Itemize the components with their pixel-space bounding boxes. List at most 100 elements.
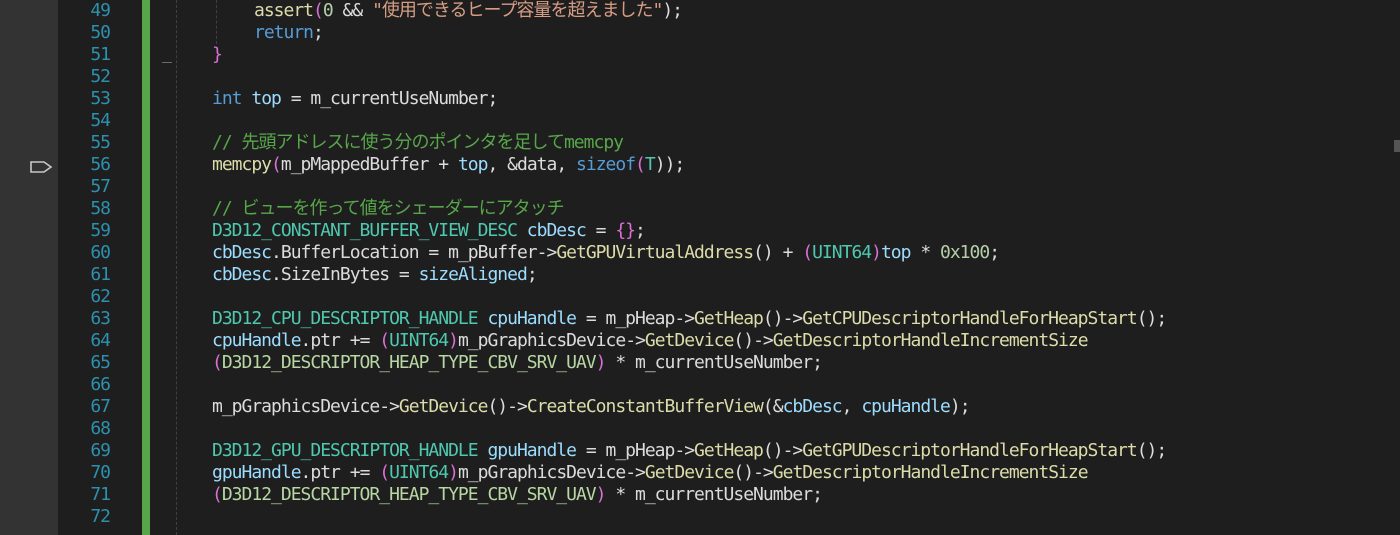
indent-guide — [176, 0, 177, 535]
code-token: ; — [635, 220, 646, 241]
code-token: m_pGraphicsDevice-> — [457, 330, 646, 351]
line-number: 60 — [90, 242, 111, 263]
line-number: 69 — [90, 440, 111, 461]
code-token: cbDesc — [516, 220, 587, 241]
code-token: (); — [1136, 308, 1167, 329]
code-token: ( — [271, 154, 282, 175]
code-comment: // ビューを作って値をシェーダーにアタッチ — [212, 198, 565, 219]
code-token: )); — [654, 154, 685, 175]
code-token: cbDesc — [212, 242, 272, 263]
code-token: ; — [989, 242, 1000, 263]
code-token: .SizeInBytes = — [271, 264, 419, 285]
code-token: ) — [595, 352, 607, 373]
code-token: ( — [379, 330, 390, 351]
line-number: 70 — [90, 462, 111, 483]
code-token: 0x100 — [940, 242, 990, 263]
code-token: , &data, — [487, 154, 577, 175]
line-number: 49 — [90, 0, 111, 21]
code-line-61[interactable]: cbDesc.SizeInBytes = sizeAligned; — [212, 264, 538, 286]
code-token: D3D12_CONSTANT_BUFFER_VIEW_DESC — [212, 220, 518, 241]
code-token: () + — [753, 242, 803, 263]
line-number: 51 — [90, 44, 111, 65]
code-line-58[interactable]: // ビューを作って値をシェーダーにアタッチ — [212, 198, 565, 220]
code-line-67[interactable]: m_pGraphicsDevice->GetDevice()->CreateCo… — [212, 396, 971, 418]
code-line-70[interactable]: gpuHandle.ptr += (UINT64)m_pGraphicsDevi… — [212, 462, 1089, 484]
code-token: D3D12_DESCRIPTOR_HEAP_TYPE_CBV_SRV_UAV — [221, 352, 597, 373]
code-token: ()-> — [762, 440, 803, 461]
code-token: = m_pHeap-> — [575, 440, 695, 461]
code-text-area[interactable]: assert(0 && "使用できるヒープ容量を超えました"); return;… — [150, 0, 1400, 535]
code-line-59[interactable]: D3D12_CONSTANT_BUFFER_VIEW_DESC cbDesc =… — [212, 220, 646, 242]
code-token: m_pGraphicsDevice-> — [212, 396, 400, 417]
code-line-63[interactable]: D3D12_CPU_DESCRIPTOR_HANDLE cpuHandle = … — [212, 308, 1167, 330]
code-token: ); — [949, 396, 971, 417]
code-token: .BufferLocation = m_pBuffer-> — [271, 242, 557, 263]
line-number: 62 — [90, 286, 111, 307]
line-number: 71 — [90, 484, 111, 505]
code-line-50[interactable]: return; — [254, 22, 324, 44]
code-token: GetCPUDescriptorHandleForHeapStart — [802, 308, 1137, 329]
code-token: .ptr += — [300, 330, 380, 351]
indent-guide — [216, 0, 217, 44]
code-token: , — [841, 396, 862, 417]
code-editor[interactable]: 49 50 51 52 53 54 55 56 57 58 59 60 61 6… — [0, 0, 1400, 535]
line-number: 65 — [90, 352, 111, 373]
line-number: 50 — [90, 22, 111, 43]
current-statement-arrow-icon — [30, 161, 53, 173]
line-number: 64 — [90, 330, 111, 351]
code-line-56[interactable]: memcpy(m_pMappedBuffer + top, &data, siz… — [212, 154, 685, 176]
code-token: ()-> — [487, 396, 527, 417]
code-token: ; — [313, 22, 324, 43]
change-tracking-bar — [142, 0, 150, 535]
code-token: 0 — [322, 0, 334, 21]
indicator-margin[interactable] — [0, 0, 58, 535]
line-number: 59 — [90, 220, 111, 241]
code-token: = — [585, 220, 616, 241]
code-token: D3D12_DESCRIPTOR_HEAP_TYPE_CBV_SRV_UAV — [221, 484, 597, 505]
code-token: gpuHandle — [212, 462, 302, 483]
code-token: ()-> — [733, 462, 773, 483]
line-number: 61 — [90, 264, 111, 285]
code-token: sizeAligned — [418, 264, 528, 285]
code-token: ()-> — [733, 330, 773, 351]
code-token: ) — [448, 330, 459, 351]
code-line-69[interactable]: D3D12_GPU_DESCRIPTOR_HANDLE gpuHandle = … — [212, 440, 1167, 462]
code-line-55[interactable]: // 先頭アドレスに使う分のポインタを足してmemcpy — [212, 132, 624, 154]
code-token: cpuHandle — [212, 330, 302, 351]
code-token: m_pMappedBuffer + — [280, 154, 458, 175]
code-token: cbDesc — [782, 396, 843, 417]
code-line-71[interactable]: (D3D12_DESCRIPTOR_HEAP_TYPE_CBV_SRV_UAV)… — [212, 484, 823, 506]
line-number: 57 — [90, 176, 111, 197]
code-token: * — [910, 242, 940, 263]
fold-end-marker — [162, 62, 172, 63]
code-token: {} — [615, 220, 636, 241]
code-comment: // 先頭アドレスに使う分のポインタを足してmemcpy — [212, 132, 624, 153]
code-token: ( — [635, 154, 646, 175]
code-token: (); — [1136, 440, 1167, 461]
code-token: GetHeap — [694, 308, 764, 329]
code-line-60[interactable]: cbDesc.BufferLocation = m_pBuffer->GetGP… — [212, 242, 1000, 264]
code-line-64[interactable]: cpuHandle.ptr += (UINT64)m_pGraphicsDevi… — [212, 330, 1089, 352]
code-token: ) — [448, 462, 459, 483]
line-number: 54 — [90, 110, 111, 131]
code-token: GetGPUDescriptorHandleForHeapStart — [802, 440, 1137, 461]
code-line-65[interactable]: (D3D12_DESCRIPTOR_HEAP_TYPE_CBV_SRV_UAV)… — [212, 352, 823, 374]
code-token: GetDevice — [644, 462, 735, 483]
line-number: 63 — [90, 308, 111, 329]
code-line-51[interactable]: } — [212, 44, 223, 66]
line-number: 53 — [90, 88, 111, 109]
code-token: cpuHandle — [861, 396, 951, 417]
code-token: ) — [871, 242, 882, 263]
code-line-53[interactable]: int top = m_currentUseNumber; — [212, 88, 498, 110]
code-token: ) — [595, 484, 607, 505]
code-token: return — [254, 22, 314, 43]
code-token: GetHeap — [694, 440, 764, 461]
code-token: = m_pHeap-> — [575, 308, 695, 329]
code-token: ); — [662, 0, 683, 21]
code-token: assert — [254, 0, 314, 21]
code-token: D3D12_CPU_DESCRIPTOR_HANDLE — [212, 308, 479, 329]
code-token: (& — [762, 396, 784, 417]
line-number: 52 — [90, 66, 111, 87]
scrollbar-marker[interactable] — [1394, 140, 1400, 152]
code-line-49[interactable]: assert(0 && "使用できるヒープ容量を超えました"); — [254, 0, 683, 22]
